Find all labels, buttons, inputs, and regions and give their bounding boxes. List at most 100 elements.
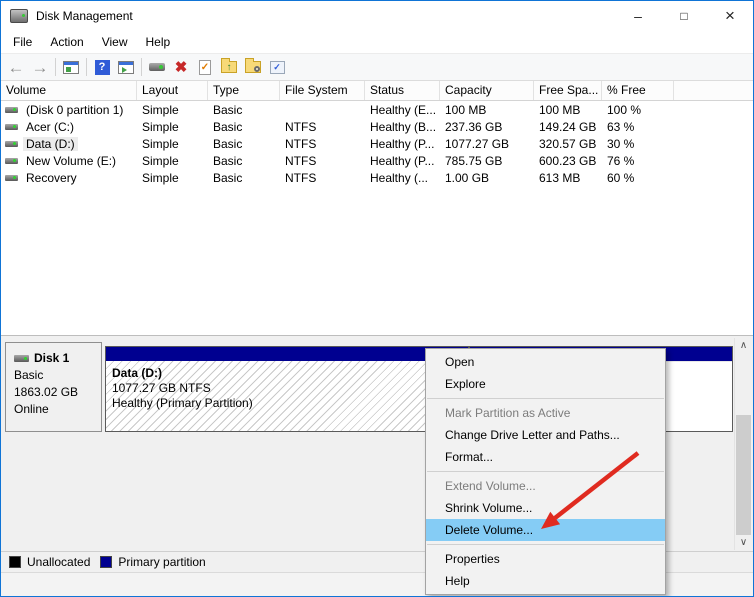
cell-type: Basic	[213, 136, 243, 151]
console-tree-button[interactable]	[59, 56, 83, 78]
volume-row[interactable]: Recovery Simple Basic NTFS Healthy (... …	[1, 169, 753, 186]
disk-header-panel[interactable]: Disk 1 Basic 1863.02 GB Online	[5, 342, 102, 432]
partition-color-band	[106, 347, 468, 362]
delete-button[interactable]: ✖	[169, 56, 193, 78]
disk-size: 1863.02 GB	[14, 385, 79, 399]
scrollbar-thumb[interactable]	[736, 415, 751, 535]
partition-data-d[interactable]: Data (D:) 1077.27 GB NTFS Healthy (Prima…	[105, 346, 469, 432]
partition-label: Data (D:)	[112, 366, 162, 380]
cell-free: 613 MB	[539, 170, 581, 185]
volume-row[interactable]: New Volume (E:) Simple Basic NTFS Health…	[1, 152, 753, 169]
menu-item-format[interactable]: Format...	[426, 446, 665, 468]
cell-layout: Simple	[142, 102, 179, 117]
vertical-scrollbar[interactable]: ∧ ∨	[734, 338, 752, 550]
folder-search-button[interactable]	[241, 56, 265, 78]
back-icon: ←	[7, 57, 25, 77]
title-bar: Disk Management – □ ×	[1, 1, 753, 31]
cell-fs: NTFS	[285, 136, 317, 151]
legend-primary-label: Primary partition	[118, 555, 206, 569]
menu-file[interactable]: File	[4, 31, 41, 53]
cell-layout: Simple	[142, 119, 179, 134]
action-pane-icon	[118, 60, 134, 74]
menu-item-change-drive-letter[interactable]: Change Drive Letter and Paths...	[426, 424, 665, 446]
menu-separator	[427, 471, 664, 472]
menu-action[interactable]: Action	[41, 31, 92, 53]
console-tree-icon	[63, 60, 79, 74]
disk-name: Disk 1	[34, 351, 70, 365]
menu-item-mark-partition-active: Mark Partition as Active	[445, 406, 571, 420]
volume-row[interactable]: (Disk 0 partition 1) Simple Basic Health…	[1, 101, 753, 118]
cell-capacity: 785.75 GB	[445, 153, 503, 168]
cell-free: 320.57 GB	[539, 136, 597, 151]
menu-item-open[interactable]: Open	[426, 351, 665, 373]
action-pane-button[interactable]	[114, 56, 138, 78]
disk-status: Online	[14, 402, 49, 416]
cell-status: Healthy (B...	[370, 119, 437, 134]
menu-item-help[interactable]: Help	[426, 570, 665, 592]
volume-name: New Volume (E:)	[26, 153, 117, 168]
toolbar-separator	[86, 58, 87, 76]
cell-type: Basic	[213, 170, 243, 185]
column-header-type[interactable]: Type	[208, 81, 280, 100]
menu-item-explore[interactable]: Explore	[426, 373, 665, 395]
column-header-layout[interactable]: Layout	[137, 81, 208, 100]
menu-item-shrink-volume[interactable]: Shrink Volume...	[426, 497, 665, 519]
close-button[interactable]: ×	[707, 1, 753, 31]
volume-name: Recovery	[26, 170, 77, 185]
primary-partition-swatch	[100, 556, 113, 568]
volume-name: (Disk 0 partition 1)	[26, 102, 124, 117]
help-button[interactable]: ?	[90, 56, 114, 78]
volume-name: Data (D:)	[23, 136, 78, 151]
maximize-button[interactable]: □	[661, 1, 707, 31]
menu-item-extend-volume: Extend Volume...	[445, 479, 536, 493]
toolbar: ← → ? ✖ ✓ ↑ ✓	[1, 53, 753, 81]
minimize-button[interactable]: –	[615, 1, 661, 31]
column-header-file-system[interactable]: File System	[280, 81, 365, 100]
cell-type: Basic	[213, 102, 243, 117]
volume-row[interactable]: Acer (C:) Simple Basic NTFS Healthy (B..…	[1, 118, 753, 135]
properties-list-button[interactable]: ✓	[265, 56, 289, 78]
device-button[interactable]	[145, 56, 169, 78]
back-button[interactable]: ←	[4, 56, 28, 78]
column-header-status[interactable]: Status	[365, 81, 440, 100]
volume-list-pane: Volume Layout Type File System Status Ca…	[1, 81, 753, 335]
forward-icon: →	[31, 57, 49, 77]
cell-layout: Simple	[142, 153, 179, 168]
menu-item-delete-volume[interactable]: Delete Volume...	[426, 519, 665, 541]
cell-layout: Simple	[142, 136, 179, 151]
cell-type: Basic	[213, 119, 243, 134]
folder-search-icon	[245, 58, 261, 73]
column-header-pct-free[interactable]: % Free	[602, 81, 674, 100]
volume-row-selected[interactable]: Data (D:) Simple Basic NTFS Healthy (P..…	[1, 135, 753, 152]
cell-status: Healthy (P...	[370, 153, 435, 168]
menu-help[interactable]: Help	[137, 31, 180, 53]
column-header-capacity[interactable]: Capacity	[440, 81, 534, 100]
window-title: Disk Management	[36, 9, 133, 23]
check-document-button[interactable]: ✓	[193, 56, 217, 78]
cell-pct-free: 63 %	[607, 119, 635, 134]
unallocated-swatch	[9, 556, 21, 568]
menu-item-properties[interactable]: Properties	[426, 548, 665, 570]
volume-name: Acer (C:)	[26, 119, 74, 134]
volume-disk-icon	[5, 106, 18, 113]
cell-pct-free: 30 %	[607, 136, 635, 151]
disk-type: Basic	[14, 368, 44, 382]
folder-up-button[interactable]: ↑	[217, 56, 241, 78]
cell-free: 100 MB	[539, 102, 581, 117]
menu-separator	[427, 398, 664, 399]
cell-type: Basic	[213, 153, 243, 168]
menu-view[interactable]: View	[93, 31, 137, 53]
cell-free: 149.24 GB	[539, 119, 597, 134]
column-header-volume[interactable]: Volume	[1, 81, 137, 100]
partition-size: 1077.27 GB NTFS	[112, 381, 211, 395]
properties-list-icon: ✓	[269, 60, 285, 74]
context-menu: Open Explore Mark Partition as Active Ch…	[425, 348, 666, 595]
scroll-up-icon[interactable]: ∧	[735, 338, 752, 353]
forward-button[interactable]: →	[28, 56, 52, 78]
cell-capacity: 237.36 GB	[445, 119, 503, 134]
cell-fs: NTFS	[285, 119, 317, 134]
cell-free: 600.23 GB	[539, 153, 597, 168]
scroll-down-icon[interactable]: ∨	[735, 535, 752, 550]
delete-icon: ✖	[174, 58, 188, 76]
column-header-free-space[interactable]: Free Spa...	[534, 81, 602, 100]
